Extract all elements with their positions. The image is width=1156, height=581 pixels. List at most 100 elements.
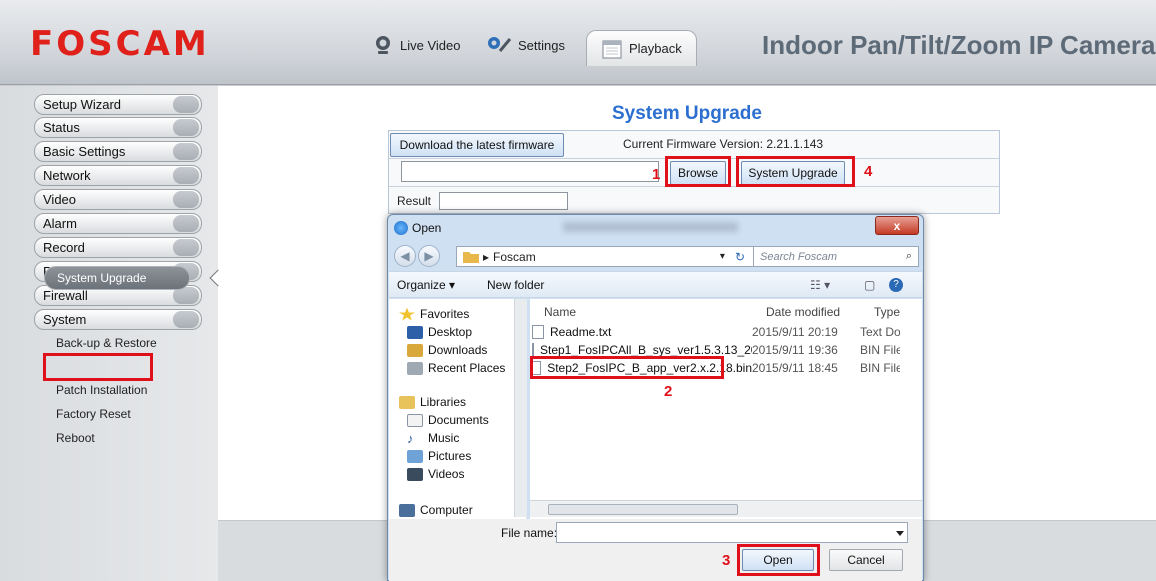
tree-label: Recent Places xyxy=(428,361,506,375)
file-list: Name Date modified Type Readme.txt 2015/… xyxy=(530,299,922,519)
navigation-bar: ◀ ▶ ▸ Foscam ▾ ↻ Search Foscam ⌕ xyxy=(394,243,919,269)
file-name-input[interactable] xyxy=(556,522,908,543)
submenu-factory-reset[interactable]: Factory Reset xyxy=(56,407,131,421)
tree-label: Documents xyxy=(428,413,489,427)
tree-videos[interactable]: Videos xyxy=(407,467,464,481)
file-name: Readme.txt xyxy=(550,324,612,339)
file-name-dropdown-icon[interactable] xyxy=(896,531,904,536)
tree-music[interactable]: ♪ Music xyxy=(407,431,459,445)
forward-button[interactable]: ▶ xyxy=(418,245,440,267)
submenu-backup-restore[interactable]: Back-up & Restore xyxy=(56,336,157,350)
address-bar[interactable]: ▸ Foscam ▾ ↻ xyxy=(456,246,754,267)
chevron-down-icon xyxy=(173,239,199,256)
view-options-icon[interactable]: ☷ ▾ xyxy=(810,278,830,292)
search-input[interactable]: Search Foscam ⌕ xyxy=(753,246,919,267)
file-row[interactable]: Readme.txt 2015/9/11 20:19 Text Docu xyxy=(532,323,900,340)
file-list-horizontal-scrollbar[interactable] xyxy=(530,500,922,517)
chevron-down-icon xyxy=(173,311,199,328)
result-field xyxy=(439,192,568,210)
refresh-icon[interactable]: ↻ xyxy=(735,250,745,264)
blurred-caption xyxy=(563,222,738,232)
back-button[interactable]: ◀ xyxy=(394,245,416,267)
breadcrumb-separator: ▸ xyxy=(483,249,490,264)
submenu-patch-installation[interactable]: Patch Installation xyxy=(56,383,147,397)
menu-status[interactable]: Status xyxy=(34,117,202,138)
highlight-browse xyxy=(665,156,731,187)
tree-favorites[interactable]: Favorites xyxy=(399,307,469,321)
folder-icon xyxy=(463,252,479,263)
product-title: Indoor Pan/Tilt/Zoom IP Camera xyxy=(762,30,1156,60)
back-arrow-icon: ◀ xyxy=(400,249,410,263)
menu-label: Basic Settings xyxy=(43,144,126,159)
tree-desktop[interactable]: Desktop xyxy=(407,325,472,339)
foscam-logo: FOSCAM xyxy=(30,24,210,64)
menu-record[interactable]: Record xyxy=(34,237,202,258)
firmware-version: Current Firmware Version: 2.21.1.143 xyxy=(623,137,824,151)
recent-places-icon xyxy=(407,361,423,375)
downloads-icon xyxy=(407,343,423,357)
browser-icon xyxy=(394,221,408,235)
navigation-pane: Favorites Desktop Downloads Recent Place… xyxy=(389,299,527,519)
chevron-down-icon xyxy=(173,215,199,232)
new-folder-button[interactable]: New folder xyxy=(487,278,544,292)
tab-settings[interactable]: Settings xyxy=(486,28,565,62)
menu-network[interactable]: Network xyxy=(34,165,202,186)
tree-downloads[interactable]: Downloads xyxy=(407,343,487,357)
firmware-file-input[interactable] xyxy=(401,161,659,182)
tree-documents[interactable]: Documents xyxy=(407,413,489,427)
dialog-title: Open xyxy=(412,221,442,235)
menu-basic-settings[interactable]: Basic Settings xyxy=(34,141,202,162)
column-date-modified[interactable]: Date modified xyxy=(766,305,840,319)
tree-computer[interactable]: Computer xyxy=(399,503,473,517)
column-name[interactable]: Name xyxy=(544,305,576,319)
address-dropdown-icon[interactable]: ▾ xyxy=(720,251,725,262)
tab-live-video[interactable]: Live Video xyxy=(372,28,460,62)
preview-pane-icon[interactable]: ▢ xyxy=(864,278,875,292)
chevron-down-icon xyxy=(173,191,199,208)
tree-label: Desktop xyxy=(428,325,473,339)
tree-label: Videos xyxy=(428,467,465,481)
close-button[interactable]: x xyxy=(875,216,919,235)
column-type[interactable]: Type xyxy=(874,305,900,319)
menu-setup-wizard[interactable]: Setup Wizard xyxy=(34,94,202,115)
forward-arrow-icon: ▶ xyxy=(424,249,434,263)
submenu-system-upgrade[interactable]: System Upgrade xyxy=(44,266,190,290)
cancel-button[interactable]: Cancel xyxy=(829,549,903,571)
menu-system[interactable]: System xyxy=(34,309,202,330)
tree-label: Favorites xyxy=(420,307,470,321)
tree-label: Libraries xyxy=(420,395,467,409)
navigation-scrollbar[interactable] xyxy=(514,299,527,517)
tab-playback[interactable]: Playback xyxy=(586,30,697,66)
menu-alarm[interactable]: Alarm xyxy=(34,213,202,234)
tree-label: Computer xyxy=(420,503,473,517)
bin-file-icon xyxy=(532,342,534,357)
chevron-down-icon xyxy=(173,96,199,113)
step-4-label: 4 xyxy=(864,163,873,180)
search-placeholder: Search Foscam xyxy=(760,250,838,263)
documents-icon xyxy=(407,413,423,427)
tree-recent-places[interactable]: Recent Places xyxy=(407,361,505,375)
organize-menu[interactable]: Organize ▾ xyxy=(397,278,455,292)
menu-label: Setup Wizard xyxy=(43,97,122,112)
tree-label: Downloads xyxy=(428,343,488,357)
download-firmware-button[interactable]: Download the latest firmware xyxy=(390,133,564,157)
libraries-icon xyxy=(399,395,415,409)
computer-icon xyxy=(399,503,415,517)
menu-label: Network xyxy=(43,168,91,183)
music-icon: ♪ xyxy=(407,430,414,446)
chevron-down-icon xyxy=(173,143,199,160)
file-name: Step1_FosIPCAll_B_sys_ver1.5.3.13_20150.… xyxy=(540,342,752,357)
menu-video[interactable]: Video xyxy=(34,189,202,210)
scrollbar-thumb[interactable] xyxy=(548,504,738,515)
chevron-down-icon xyxy=(173,167,199,184)
help-icon[interactable]: ? xyxy=(889,278,903,292)
close-icon: x xyxy=(893,218,901,233)
tree-libraries[interactable]: Libraries xyxy=(399,395,466,409)
menu-label: Alarm xyxy=(43,216,77,231)
tab-playback-label: Playback xyxy=(629,41,682,56)
file-date: 2015/9/11 19:36 xyxy=(752,342,838,357)
tree-label: Music xyxy=(428,431,460,445)
submenu-reboot[interactable]: Reboot xyxy=(56,431,95,445)
tree-pictures[interactable]: Pictures xyxy=(407,449,471,463)
file-type: BIN File xyxy=(860,342,900,357)
